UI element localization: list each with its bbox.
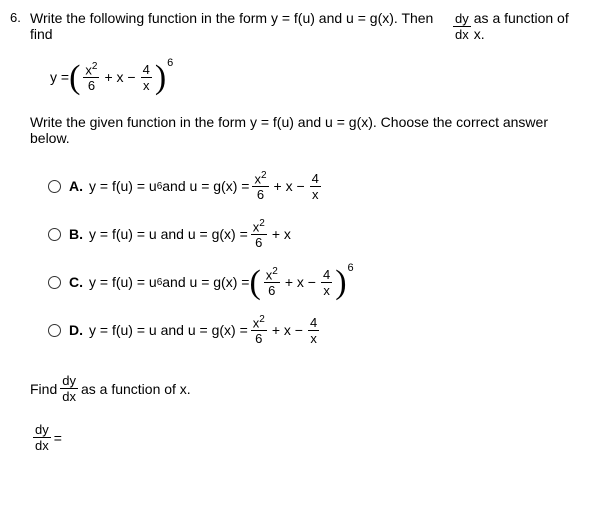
c-lparen: ( <box>249 269 260 296</box>
c-mid: and u = g(x) = <box>162 274 249 290</box>
label-b: B. <box>69 226 83 242</box>
answer-line: dy dx = <box>30 423 581 452</box>
find-num: dy <box>60 374 78 388</box>
option-c[interactable]: C. y = f(u) = u6 and u = g(x) = ( x26 + … <box>48 266 581 298</box>
intro-pre: Write the following function in the form… <box>30 10 450 42</box>
option-d[interactable]: D. y = f(u) = u and u = g(x) = x 2 6 + x −… <box>48 314 581 346</box>
a-pre: y = f(u) = u <box>89 178 157 194</box>
answer-deriv: dy dx <box>33 423 51 452</box>
option-a[interactable]: A. y = f(u) = u6 and u = g(x) = x26 + x … <box>48 170 581 202</box>
f2-den: x <box>141 77 152 92</box>
c-pre: y = f(u) = u <box>89 274 157 290</box>
intro-post: as a function of x. <box>474 10 581 42</box>
option-d-math: y = f(u) = u and u = g(x) = x26 + x − 4x <box>89 315 322 345</box>
left-paren: ( <box>69 64 80 91</box>
y-equals: y = <box>50 69 69 85</box>
a-f1d: 6 <box>252 186 268 201</box>
a-f2n: 4 <box>310 172 321 186</box>
right-paren: ) <box>155 64 166 91</box>
a-op: + x − <box>274 178 305 194</box>
ans-num: dy <box>33 423 51 437</box>
c-f2d: x <box>321 282 332 297</box>
radio-c[interactable] <box>48 276 61 289</box>
problem-number: 6. <box>10 10 30 452</box>
find-pre: Find <box>30 381 57 397</box>
derivative-frac: dy dx <box>453 12 471 41</box>
c-f1d: 6 <box>264 282 280 297</box>
d-f2d: x <box>308 330 319 345</box>
d-pre: y = f(u) = u and u = g(x) = <box>89 322 248 338</box>
radio-d[interactable] <box>48 324 61 337</box>
f1-exp: 2 <box>92 61 98 72</box>
frac-x2-6: x2 6 <box>83 62 99 92</box>
sub-question: Write the given function in the form y =… <box>30 114 581 146</box>
question-intro: Write the following function in the form… <box>30 10 581 42</box>
d-op: + x − <box>272 322 303 338</box>
ans-den: dx <box>33 437 51 452</box>
option-a-math: y = f(u) = u6 and u = g(x) = x26 + x − 4… <box>89 171 324 201</box>
radio-b[interactable] <box>48 228 61 241</box>
a-f1ne: 2 <box>261 170 267 181</box>
power-6: 6 <box>167 57 173 69</box>
c-f2n: 4 <box>321 268 332 282</box>
c-rparen: ) <box>335 269 346 296</box>
c-op: + x − <box>285 274 316 290</box>
find-den: dx <box>60 388 78 403</box>
plus-text: + x − <box>104 69 135 85</box>
find-post: as a function of x. <box>81 381 191 397</box>
find-deriv: dy dx <box>60 374 78 403</box>
b-f1ne: 2 <box>259 218 265 229</box>
a-mid: and u = g(x) = <box>162 178 249 194</box>
deriv-num: dy <box>453 12 471 26</box>
d-f2n: 4 <box>308 316 319 330</box>
b-f1d: 6 <box>251 234 267 249</box>
radio-a[interactable] <box>48 180 61 193</box>
label-c: C. <box>69 274 83 290</box>
label-d: D. <box>69 322 83 338</box>
option-b[interactable]: B. y = f(u) = u and u = g(x) = x26 + x <box>48 218 581 250</box>
deriv-den: dx <box>453 26 471 41</box>
c-f1ne: 2 <box>272 266 278 277</box>
main-equation: y = ( x2 6 + x − 4 x ) 6 <box>50 62 581 92</box>
f2-num: 4 <box>141 63 152 77</box>
label-a: A. <box>69 178 83 194</box>
option-b-math: y = f(u) = u and u = g(x) = x26 + x <box>89 219 293 249</box>
ans-equals: = <box>54 430 62 446</box>
c-power: 6 <box>348 262 354 274</box>
f1-den: 6 <box>83 77 99 92</box>
b-op: + x <box>272 226 291 242</box>
find-section: Find dy dx as a function of x. <box>30 374 581 403</box>
b-pre: y = f(u) = u and u = g(x) = <box>89 226 248 242</box>
frac-4-x: 4 x <box>141 63 152 92</box>
option-c-math: y = f(u) = u6 and u = g(x) = ( x26 + x −… <box>89 267 354 297</box>
d-f1d: 6 <box>251 330 267 345</box>
d-f1ne: 2 <box>259 314 265 325</box>
a-f2d: x <box>310 186 321 201</box>
